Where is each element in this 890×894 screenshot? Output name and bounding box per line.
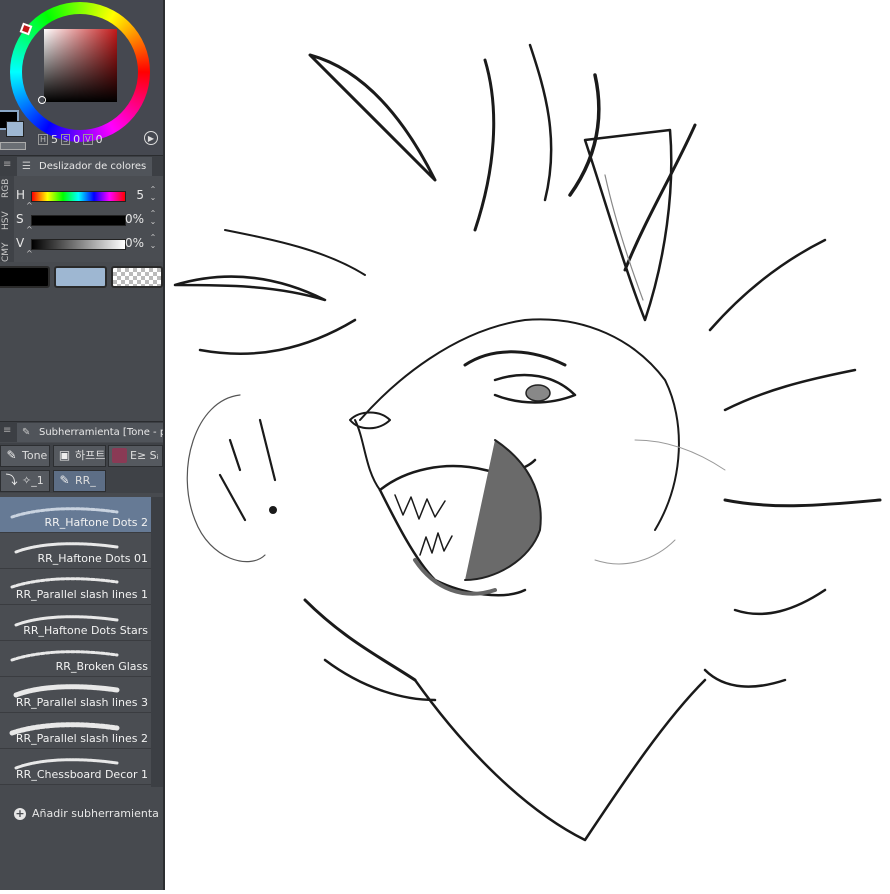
color-mode-tabs: RGB HSV CMY	[0, 176, 14, 262]
drawing-canvas[interactable]	[165, 0, 890, 890]
group-tab-sparkle[interactable]: ⤵ ✧_1	[0, 470, 50, 492]
slider-row-s: S ^ 0% ⌃ ⌄	[16, 209, 158, 235]
brush-item[interactable]: RR_Haftone Dots 2	[0, 497, 151, 533]
brush-item[interactable]: RR_Haftone Dots 01	[0, 533, 151, 569]
spin-icon[interactable]: ⌃ ⌄	[148, 210, 158, 226]
slider-row-v: V ^ 0% ⌃ ⌄	[16, 233, 158, 259]
brush-label: RR_Parallel slash lines 3	[15, 696, 148, 709]
spin-icon[interactable]: ⌃ ⌄	[148, 234, 158, 250]
tab-subtool[interactable]: ✎ Subherramienta [Tone - pre	[17, 423, 165, 442]
subtool-tabbar: ≡ ✎ Subherramienta [Tone - pre	[0, 421, 165, 442]
brush-icon: ✎	[22, 427, 31, 438]
brush-item[interactable]: RR_Broken Glass	[0, 641, 151, 677]
brush-label: RR_Haftone Dots 2	[44, 516, 149, 529]
sub-color-swatch[interactable]	[6, 121, 24, 137]
brush-item[interactable]: RR_Parallel slash lines 1	[0, 569, 151, 605]
brush-label: RR_Broken Glass	[55, 660, 148, 673]
group-tab-halftone[interactable]: ▣ 하프트	[53, 445, 106, 467]
slider-row-h: H ^ 5 ⌃ ⌄	[16, 185, 158, 211]
mode-tab-rgb[interactable]: RGB	[1, 179, 11, 198]
left-panel: H 5 S 0 V 0 ▶ ≡ ☰ Deslizador de colores …	[0, 0, 165, 890]
brush-item[interactable]: RR_Parallel slash lines 3	[0, 677, 151, 713]
spin-icon[interactable]: ⌃ ⌄	[148, 186, 158, 202]
transparent-color-swatch[interactable]	[0, 142, 26, 150]
pen-icon: ✎	[6, 448, 17, 462]
play-icon[interactable]: ▶	[144, 131, 158, 145]
saturation-slider[interactable]	[31, 215, 126, 226]
brush-list: RR_Haftone Dots 2 RR_Haftone Dots 01 RR_Pa…	[0, 497, 151, 785]
value-slider[interactable]	[31, 239, 126, 250]
brush-label: RR_Chessboard Decor 1	[16, 768, 148, 781]
plus-icon: +	[14, 806, 26, 820]
brush-label: RR_Parallel slash lines 1	[15, 588, 148, 601]
transparent-color-swatch[interactable]	[111, 266, 163, 288]
group-tab-rr[interactable]: ✎ RR_	[53, 470, 106, 492]
brush-item[interactable]: RR_Parallel slash lines 2	[0, 713, 151, 749]
mode-tab-cmy[interactable]: CMY	[1, 242, 11, 262]
brush-icon: ⤵	[5, 473, 18, 487]
color-swatches	[0, 263, 165, 289]
slider-icon: ☰	[22, 161, 31, 172]
menu-icon[interactable]: ≡	[3, 160, 12, 170]
saturation-value-square[interactable]	[44, 29, 117, 102]
brush-item[interactable]: RR_Chessboard Decor 1	[0, 749, 151, 785]
camera-icon: ▣	[58, 448, 71, 462]
mode-tab-hsv[interactable]: HSV	[1, 211, 11, 230]
color-slider-tabbar: ≡ ☰ Deslizador de colores	[0, 155, 165, 176]
brush-label: RR_Haftone Dots 01	[37, 552, 149, 565]
brush-label: RR_Parallel slash lines 2	[15, 732, 148, 745]
add-subtool-button[interactable]: + Añadir subherramienta	[14, 807, 159, 820]
hue-slider[interactable]	[31, 191, 126, 202]
main-color-swatch[interactable]	[0, 266, 50, 288]
group-tab-avatar[interactable]: Ε≥ Sᵢ	[108, 445, 163, 467]
subtool-group-tabs: ✎ Tone ▣ 하프트 Ε≥ Sᵢ ⤵ ✧_1 ✎ RR_	[0, 443, 165, 493]
pen-icon: ✎	[59, 473, 70, 487]
caret-icon: ^	[26, 249, 33, 258]
color-slider-panel: RGB HSV CMY H ^ 5 ⌃ ⌄ S ^ 0% ⌃ ⌄ V ^ 0% ⌃ ⌄	[0, 176, 165, 262]
brush-label: RR_Haftone Dots Stars	[23, 624, 148, 637]
menu-icon[interactable]: ≡	[3, 426, 12, 436]
group-tab-tone[interactable]: ✎ Tone	[0, 445, 50, 467]
scrollbar[interactable]	[151, 497, 163, 787]
brush-item[interactable]: RR_Haftone Dots Stars	[0, 605, 151, 641]
color-wheel-palette: H 5 S 0 V 0 ▶	[0, 0, 165, 155]
sub-color-swatch[interactable]	[54, 266, 107, 288]
sketch-artwork	[173, 43, 882, 842]
sv-cursor[interactable]	[38, 96, 46, 104]
hsv-readout: H 5 S 0 V 0	[38, 133, 103, 146]
tab-color-slider[interactable]: ☰ Deslizador de colores	[17, 157, 153, 176]
avatar-icon	[112, 448, 127, 463]
